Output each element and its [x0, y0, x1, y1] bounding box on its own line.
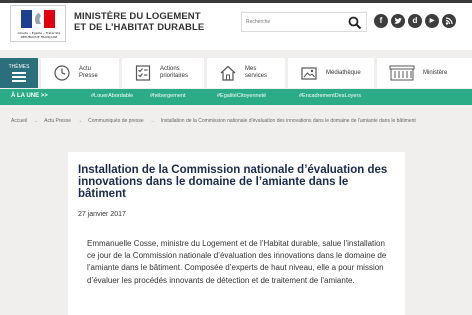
breadcrumb: Accueil → Actu Presse → Communiqués de press…	[11, 118, 463, 125]
building-icon	[389, 65, 415, 81]
nav-item-mediatheque[interactable]: Médiathèque	[288, 58, 374, 88]
article-title: Installation de la Commission nationale …	[78, 164, 388, 200]
breadcrumb-link-communiques[interactable]: Communiqués de presse	[88, 118, 144, 124]
home-icon	[220, 65, 236, 81]
twitter-icon[interactable]	[391, 14, 405, 28]
search-box	[241, 12, 367, 32]
nav-item-ministere[interactable]: Ministère	[377, 58, 472, 88]
breadcrumb-current-page: Installation de la Commission nationale …	[160, 118, 416, 124]
tag-link-egalite-citoyennete[interactable]: #EgalitéCitoyenneté	[217, 93, 266, 99]
ministry-name-line-1: MINISTÈRE DU LOGEMENT	[74, 11, 201, 22]
search-input[interactable]	[242, 13, 342, 31]
search-icon[interactable]	[348, 16, 362, 30]
nav-item-label: Ministère	[423, 69, 448, 76]
nav-item-label: Mes services	[245, 66, 268, 79]
article-lead-paragraph: Emmanuelle Cosse, ministre du Logement e…	[87, 239, 387, 285]
marianne-flag-icon	[21, 10, 55, 28]
nav-item-actu-presse[interactable]: Actu Presse	[41, 58, 119, 88]
youtube-icon[interactable]: ▶	[425, 14, 439, 28]
site-header: Liberté • Égalité • Fraternité RÉPUBLIQU…	[0, 0, 472, 50]
nav-item-mes-services[interactable]: Mes services	[207, 58, 285, 88]
media-icon	[301, 67, 317, 80]
hamburger-icon	[12, 72, 26, 84]
article-date: 27 janvier 2017	[78, 211, 126, 218]
themes-label: THÈMES	[8, 64, 30, 70]
breadcrumb-arrow-icon: →	[77, 118, 83, 124]
logo-text: Liberté • Égalité • Fraternité RÉPUBLIQU…	[17, 31, 61, 39]
breadcrumb-link-actu-presse[interactable]: Actu Presse	[44, 118, 71, 124]
breadcrumb-link-accueil[interactable]: Accueil	[11, 118, 27, 124]
breadcrumb-arrow-icon: →	[149, 118, 155, 124]
nav-item-label: Actu Presse	[79, 66, 98, 79]
a-la-une-bar: À LA UNE >> #LouerAbordable #hébergement…	[0, 89, 472, 105]
nav-item-label: Médiathèque	[326, 69, 361, 76]
tag-link-louer-abordable[interactable]: #LouerAbordable	[91, 93, 133, 99]
clock-icon	[54, 65, 70, 81]
a-la-une-label: À LA UNE >>	[11, 93, 48, 99]
ministry-name[interactable]: MINISTÈRE DU LOGEMENT ET DE L'HABITAT DU…	[74, 11, 204, 33]
tag-link-hebergement[interactable]: #hébergement	[150, 93, 185, 99]
nav-item-label: Actions prioritaires	[160, 66, 189, 79]
nav-item-actions-prioritaires[interactable]: Actions prioritaires	[122, 58, 204, 88]
facebook-icon[interactable]: f	[374, 14, 388, 28]
top-rule	[0, 0, 472, 3]
dailymotion-icon[interactable]: d	[408, 14, 422, 28]
themes-menu-button[interactable]: THÈMES	[0, 58, 38, 88]
breadcrumb-arrow-icon: →	[33, 118, 39, 124]
checklist-icon	[135, 65, 151, 81]
main-navigation: THÈMES ActuPresse Actionsprioritaires	[0, 58, 472, 88]
article-card: Installation de la Commission nationale …	[68, 152, 405, 315]
social-links: f d ▶	[374, 14, 456, 28]
tag-link-encadrement-des-loyers[interactable]: #EncadrementDesLoyers	[299, 93, 361, 99]
republique-francaise-logo[interactable]: Liberté • Égalité • Fraternité RÉPUBLIQU…	[10, 5, 66, 42]
ministry-name-line-2: ET DE L'HABITAT DURABLE	[74, 22, 205, 33]
rss-icon[interactable]	[442, 14, 456, 28]
